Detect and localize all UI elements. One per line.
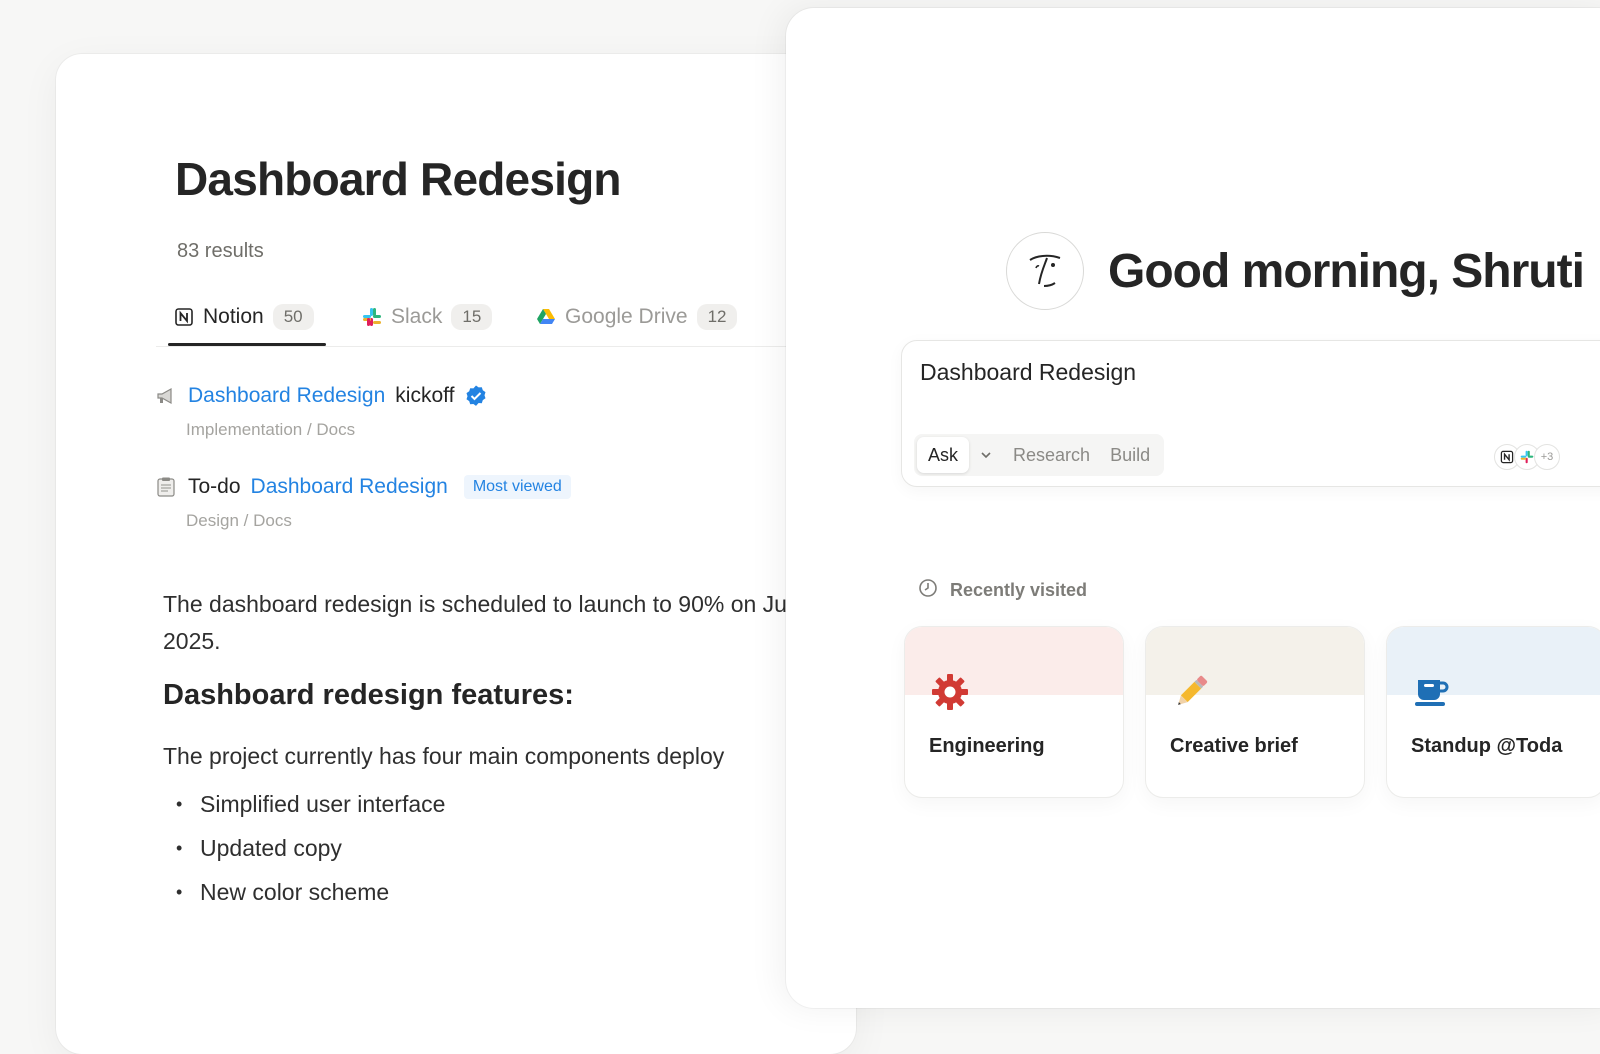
tab-notion[interactable]: Notion 50 — [168, 290, 326, 346]
tab-count: 15 — [451, 304, 493, 330]
list-item: Simplified user interface — [176, 782, 445, 826]
prompt-box: Ask Research Build +3 — [901, 340, 1600, 487]
result-link[interactable]: Dashboard Redesign — [251, 475, 448, 499]
recent-card-engineering[interactable]: Engineering — [904, 626, 1124, 798]
gear-icon — [929, 671, 971, 713]
recently-visited-header: Recently visited — [918, 578, 1087, 603]
result-suffix: kickoff — [395, 384, 455, 407]
home-panel: Good morning, Shruti Ask Research Build — [786, 8, 1600, 1008]
tab-label: Slack — [391, 305, 443, 328]
pencil-icon — [1170, 671, 1212, 713]
tab-google-drive[interactable]: Google Drive 12 — [536, 290, 738, 344]
slack-icon — [362, 307, 382, 327]
greeting-row: Good morning, Shruti — [1006, 232, 1585, 310]
summary-paragraph: The dashboard redesign is scheduled to l… — [163, 591, 850, 654]
extra-sources-count: +3 — [1534, 444, 1560, 470]
card-title: Standup @Toda — [1411, 735, 1563, 757]
list-item: Updated copy — [176, 826, 445, 870]
card-title: Creative brief — [1170, 735, 1298, 757]
verified-icon — [464, 384, 488, 408]
tab-label: Notion — [203, 305, 264, 328]
mode-research-button[interactable]: Research — [1003, 434, 1100, 476]
mode-ask-button[interactable]: Ask — [917, 437, 970, 473]
tab-count: 12 — [696, 304, 738, 330]
features-list: Simplified user interface Updated copy N… — [176, 782, 445, 914]
prompt-input[interactable] — [920, 359, 1520, 386]
components-paragraph: The project currently has four main comp… — [163, 743, 725, 769]
result-path: Design / Docs — [186, 511, 292, 530]
chevron-down-icon[interactable] — [969, 434, 1003, 476]
search-results-panel: Dashboard Redesign 83 results Notion 50 … — [56, 54, 856, 1054]
results-count: 83 results — [177, 240, 264, 262]
result-path: Implementation / Docs — [186, 420, 356, 439]
most-viewed-badge: Most viewed — [463, 475, 571, 499]
recent-card-creative-brief[interactable]: Creative brief — [1145, 626, 1365, 798]
result-prefix: To-do — [188, 475, 241, 498]
tab-count: 50 — [272, 304, 314, 330]
recent-card-standup[interactable]: Standup @Toda — [1386, 626, 1600, 798]
greeting-title: Good morning, Shruti — [1108, 244, 1585, 298]
google-drive-icon — [536, 307, 556, 327]
avatar[interactable] — [1006, 232, 1084, 310]
search-result[interactable]: Dashboard Redesign kickoff Implementatio… — [157, 384, 488, 440]
megaphone-icon — [154, 384, 178, 408]
features-heading: Dashboard redesign features: — [163, 679, 574, 711]
search-result[interactable]: To-do Dashboard Redesign Most viewed Des… — [157, 475, 571, 531]
recently-visited-label: Recently visited — [950, 580, 1088, 600]
source-selector[interactable]: +3 — [1494, 444, 1560, 470]
face-sketch-icon — [1029, 254, 1061, 287]
card-title: Engineering — [929, 735, 1045, 757]
list-item: New color scheme — [176, 870, 445, 914]
result-link[interactable]: Dashboard Redesign — [188, 384, 385, 408]
tab-slack[interactable]: Slack 15 — [362, 290, 493, 344]
clipboard-icon — [154, 475, 178, 499]
coffee-icon — [1411, 671, 1453, 713]
notion-icon — [174, 307, 194, 327]
tab-label: Google Drive — [565, 305, 688, 328]
mode-build-button[interactable]: Build — [1100, 434, 1160, 476]
source-tabs: Notion 50 Slack 15 Google Drive 12 — [156, 290, 856, 347]
mode-selector: Ask Research Build — [914, 434, 1165, 476]
page-title: Dashboard Redesign — [175, 153, 622, 205]
clock-icon — [918, 578, 938, 603]
